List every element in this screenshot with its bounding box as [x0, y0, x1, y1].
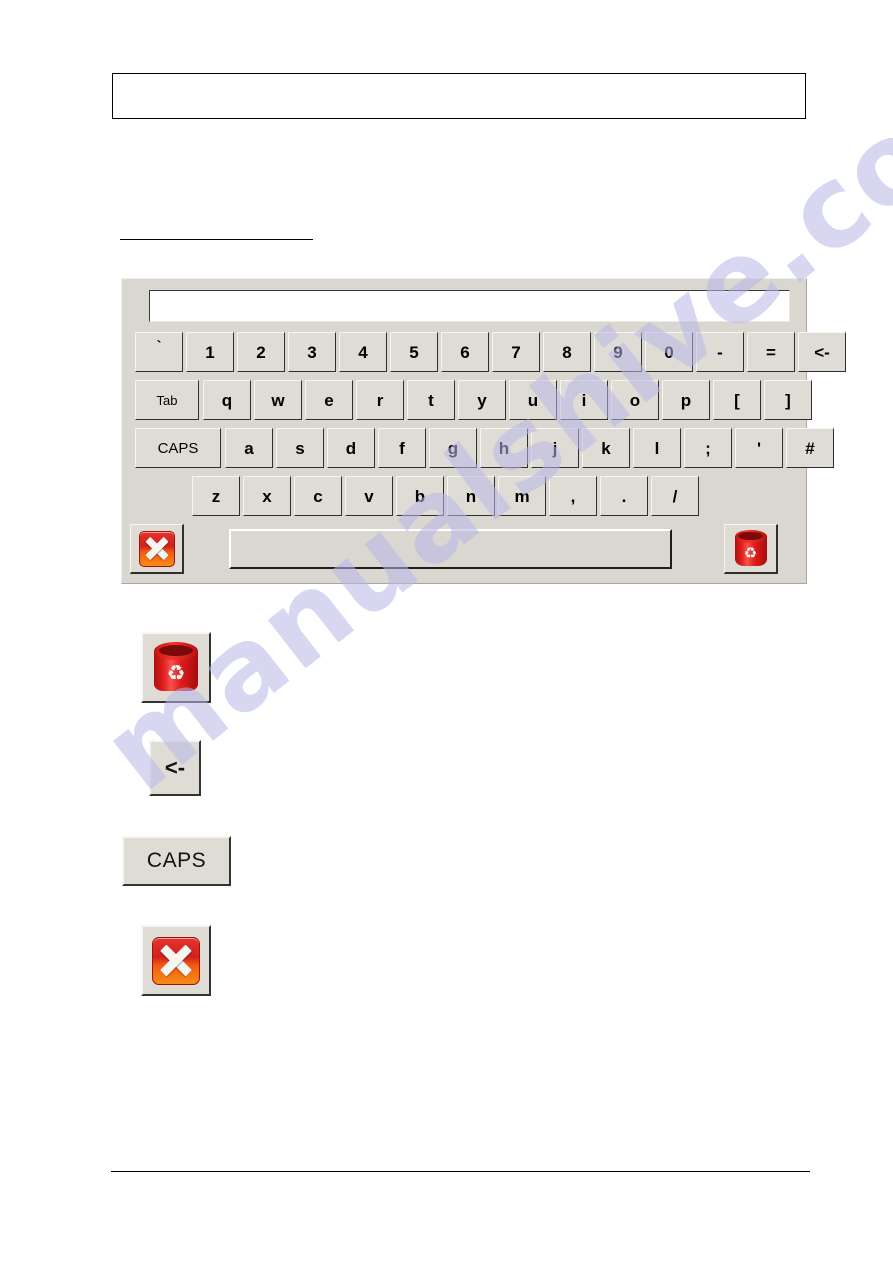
key-space[interactable] [229, 529, 672, 569]
keyboard-row-home: CAPS a s d f g h j k l ; ' # [122, 428, 834, 468]
legend-backspace-label: <- [164, 755, 186, 780]
key-2[interactable]: 2 [237, 332, 285, 372]
keyboard-clear-button[interactable]: ♻ [724, 524, 778, 574]
key-x[interactable]: x [243, 476, 291, 516]
key-g[interactable]: g [429, 428, 477, 468]
keyboard-row-space: ♻ [122, 524, 778, 574]
header-box [112, 73, 806, 119]
key-f[interactable]: f [378, 428, 426, 468]
key-z[interactable]: z [192, 476, 240, 516]
key-m[interactable]: m [498, 476, 546, 516]
key-q[interactable]: q [203, 380, 251, 420]
key-p[interactable]: p [662, 380, 710, 420]
footer-rule [111, 1171, 810, 1172]
key-j[interactable]: j [531, 428, 579, 468]
key-minus[interactable]: - [696, 332, 744, 372]
key-b[interactable]: b [396, 476, 444, 516]
legend-caps-label: CAPS [146, 849, 207, 872]
key-0[interactable]: 0 [645, 332, 693, 372]
row-indent [122, 332, 135, 372]
key-backtick[interactable]: ` [135, 332, 183, 372]
key-apostrophe[interactable]: ' [735, 428, 783, 468]
legend-item-caps[interactable]: CAPS [122, 836, 231, 886]
keyboard-row-number: ` 1 2 3 4 5 6 7 8 9 0 - = <- [122, 332, 846, 372]
legend-item-clear[interactable]: ♻ [141, 632, 211, 703]
key-c[interactable]: c [294, 476, 342, 516]
close-x-icon [138, 530, 175, 567]
key-r[interactable]: r [356, 380, 404, 420]
key-6[interactable]: 6 [441, 332, 489, 372]
recycle-bin-opening [738, 532, 763, 540]
keyboard-row-top: Tab q w e r t y u i o p [ ] [122, 380, 812, 420]
legend-item-close[interactable] [141, 925, 211, 996]
recycle-bin-icon: ♻ [734, 529, 767, 568]
key-i[interactable]: i [560, 380, 608, 420]
key-u[interactable]: u [509, 380, 557, 420]
section-heading-rule [120, 239, 313, 240]
key-4[interactable]: 4 [339, 332, 387, 372]
key-t[interactable]: t [407, 380, 455, 420]
key-slash[interactable]: / [651, 476, 699, 516]
key-l[interactable]: l [633, 428, 681, 468]
key-3[interactable]: 3 [288, 332, 336, 372]
key-equals[interactable]: = [747, 332, 795, 372]
row-indent [122, 476, 192, 516]
key-s[interactable]: s [276, 428, 324, 468]
close-x-icon [152, 936, 200, 985]
key-period[interactable]: . [600, 476, 648, 516]
key-7[interactable]: 7 [492, 332, 540, 372]
recycle-symbol-icon: ♻ [743, 544, 758, 562]
gap-left [184, 524, 229, 574]
key-backspace[interactable]: <- [798, 332, 846, 372]
keyboard-text-display[interactable] [149, 290, 790, 322]
row-indent [122, 524, 130, 574]
onscreen-keyboard-panel: ` 1 2 3 4 5 6 7 8 9 0 - = <- Tab q w e r… [121, 278, 846, 584]
legend-item-backspace[interactable]: <- [149, 740, 201, 796]
key-tab[interactable]: Tab [135, 380, 199, 420]
key-9[interactable]: 9 [594, 332, 642, 372]
key-semicolon[interactable]: ; [684, 428, 732, 468]
key-d[interactable]: d [327, 428, 375, 468]
key-5[interactable]: 5 [390, 332, 438, 372]
key-e[interactable]: e [305, 380, 353, 420]
page-watermark: manualshive.com [0, 0, 893, 1263]
key-n[interactable]: n [447, 476, 495, 516]
key-comma[interactable]: , [549, 476, 597, 516]
keyboard-row-bottom: z x c v b n m , . / [122, 476, 699, 516]
key-8[interactable]: 8 [543, 332, 591, 372]
keyboard-text-display-value [150, 291, 789, 303]
key-caps[interactable]: CAPS [135, 428, 221, 468]
key-hash[interactable]: # [786, 428, 834, 468]
key-y[interactable]: y [458, 380, 506, 420]
key-1[interactable]: 1 [186, 332, 234, 372]
key-o[interactable]: o [611, 380, 659, 420]
row-indent [122, 380, 135, 420]
key-bracket-right[interactable]: ] [764, 380, 812, 420]
key-bracket-left[interactable]: [ [713, 380, 761, 420]
recycle-symbol-icon: ♻ [166, 661, 186, 685]
row-indent [122, 428, 135, 468]
key-k[interactable]: k [582, 428, 630, 468]
key-w[interactable]: w [254, 380, 302, 420]
keyboard-close-button[interactable] [130, 524, 184, 574]
recycle-bin-icon: ♻ [154, 641, 198, 694]
key-h[interactable]: h [480, 428, 528, 468]
key-v[interactable]: v [345, 476, 393, 516]
recycle-bin-opening [159, 645, 193, 656]
key-a[interactable]: a [225, 428, 273, 468]
gap-right [672, 524, 724, 574]
